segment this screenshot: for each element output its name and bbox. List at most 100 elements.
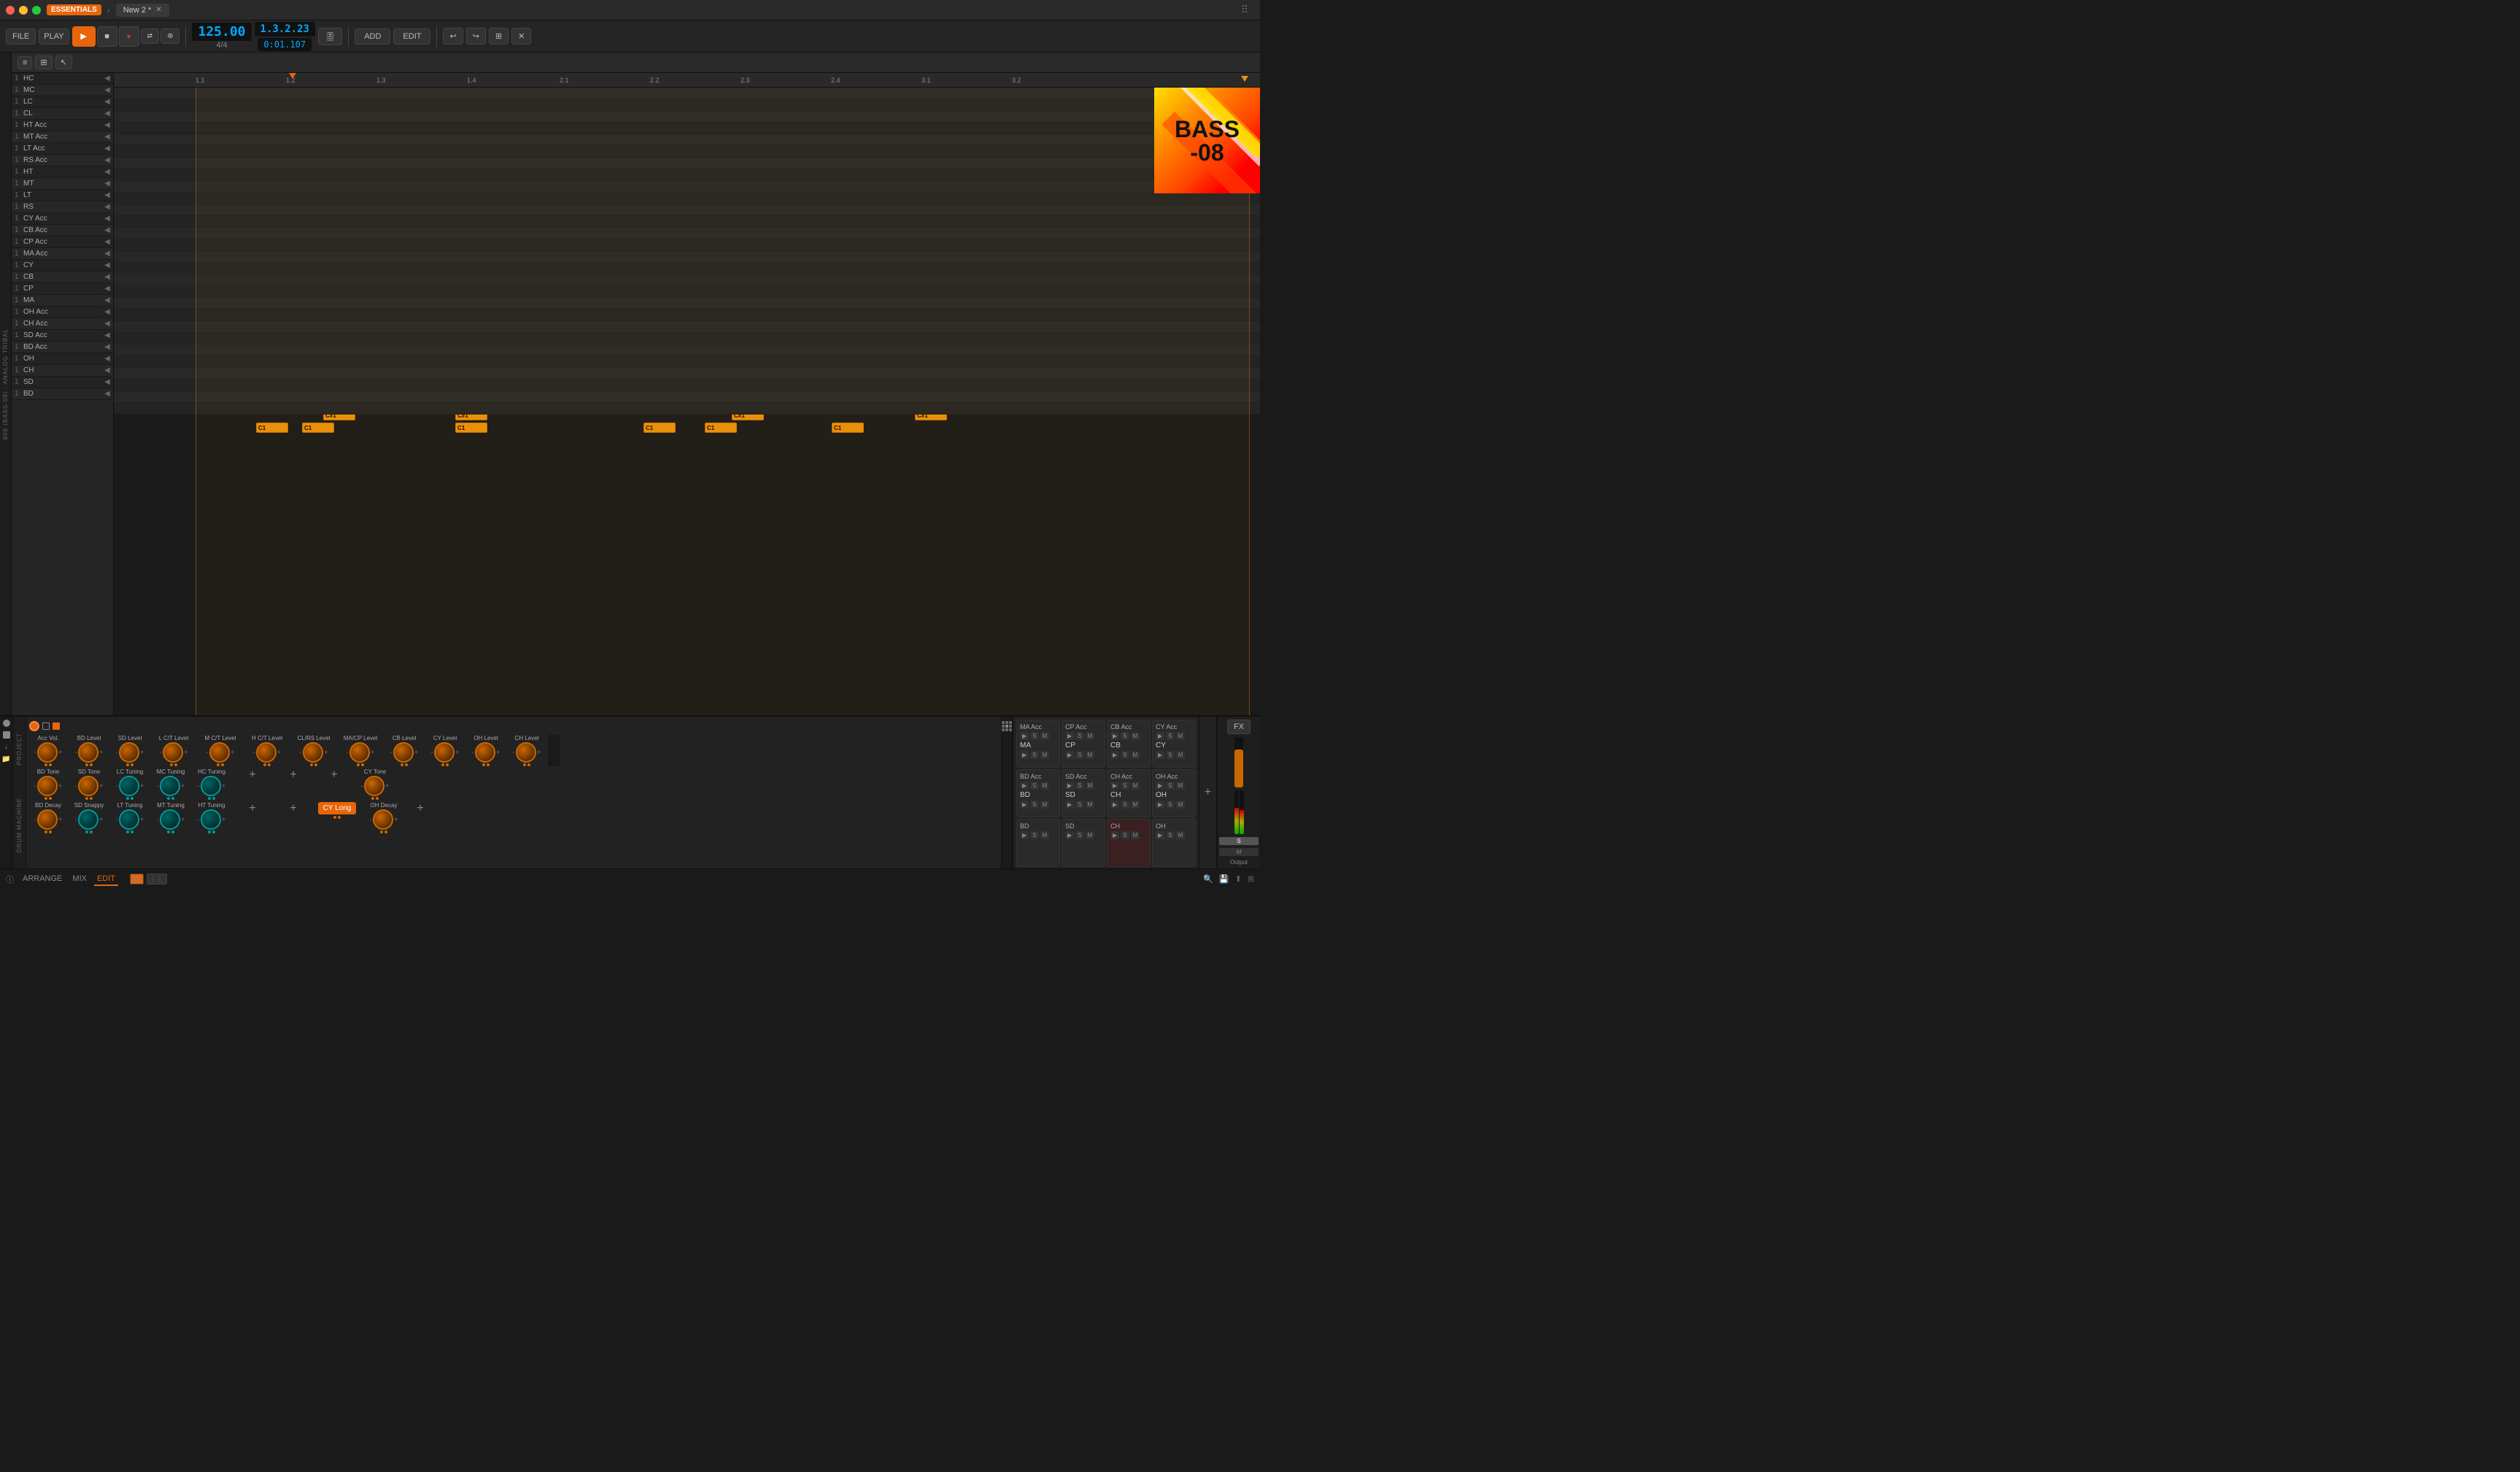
cy-tone-minus[interactable]: -: [360, 782, 363, 790]
m-cy-acc[interactable]: M: [1176, 732, 1186, 740]
clip[interactable]: C1: [832, 423, 864, 433]
maximize-button[interactable]: [32, 6, 41, 15]
s-sd-acc-2[interactable]: S: [1075, 801, 1083, 809]
knob-macp-level[interactable]: [349, 742, 370, 763]
m-oh-acc[interactable]: M: [1176, 782, 1186, 790]
settings-icon[interactable]: ⊞: [1248, 874, 1254, 884]
play-cb-acc[interactable]: ▶: [1110, 732, 1119, 740]
play-sd[interactable]: ▶: [1065, 831, 1074, 839]
hc-tuning-minus[interactable]: -: [197, 782, 199, 790]
play-oh-acc[interactable]: ▶: [1156, 782, 1164, 790]
redo-button[interactable]: ↪: [466, 28, 486, 45]
master-fader[interactable]: [1234, 737, 1243, 787]
s-output-button[interactable]: S: [1219, 837, 1259, 845]
timeline-row[interactable]: [114, 123, 1260, 134]
clip[interactable]: C1: [302, 423, 334, 433]
knob-mc-tuning[interactable]: [160, 776, 180, 796]
timeline-row[interactable]: [114, 158, 1260, 169]
timeline-row[interactable]: [114, 251, 1260, 263]
timeline-row[interactable]: [114, 111, 1260, 123]
cy-tone-plus[interactable]: +: [385, 782, 390, 790]
lc-tuning-plus[interactable]: +: [140, 782, 144, 790]
list-view-button[interactable]: ≡: [18, 56, 32, 69]
sd-snappy-minus[interactable]: -: [74, 816, 77, 824]
tab-close-button[interactable]: ✕: [155, 6, 161, 14]
m-ch[interactable]: M: [1131, 831, 1140, 839]
lt-tuning-plus[interactable]: +: [140, 816, 144, 824]
mt-tuning-plus[interactable]: +: [181, 816, 185, 824]
sd-tone-minus[interactable]: -: [74, 782, 77, 790]
bd-tone-plus[interactable]: +: [58, 782, 63, 790]
s-ma-acc-2[interactable]: S: [1030, 751, 1038, 759]
lct-level-minus[interactable]: -: [159, 749, 161, 757]
timeline-row[interactable]: [114, 99, 1260, 111]
play-ma-acc-2[interactable]: ▶: [1020, 751, 1029, 759]
power-button[interactable]: [29, 721, 39, 731]
s-cy-acc-2[interactable]: S: [1166, 751, 1174, 759]
knob-sd-tone[interactable]: [78, 776, 98, 796]
m-bd[interactable]: M: [1040, 831, 1050, 839]
sd-level-plus[interactable]: +: [140, 749, 144, 757]
oh-level-plus[interactable]: +: [496, 749, 500, 757]
edit-nav[interactable]: EDIT: [94, 873, 118, 886]
timeline-row[interactable]: [114, 239, 1260, 251]
knob-mt-tuning[interactable]: [160, 809, 180, 830]
m-bd-acc-2[interactable]: M: [1040, 801, 1050, 809]
s-cb-acc-2[interactable]: S: [1121, 751, 1129, 759]
play-cy-acc[interactable]: ▶: [1156, 732, 1164, 740]
bd-decay-minus[interactable]: -: [34, 816, 36, 824]
play-oh-acc-2[interactable]: ▶: [1156, 801, 1164, 809]
clrs-level-minus[interactable]: -: [299, 749, 301, 757]
add-btn-row2-3[interactable]: +: [329, 768, 339, 782]
overdub-button[interactable]: ⊕: [161, 28, 179, 44]
knob-acc-vol[interactable]: [37, 742, 58, 763]
play-cp-acc[interactable]: ▶: [1065, 732, 1074, 740]
s-cp-acc-2[interactable]: S: [1075, 751, 1083, 759]
s-ch-acc-2[interactable]: S: [1121, 801, 1129, 809]
s-oh-acc-2[interactable]: S: [1166, 801, 1174, 809]
hct-level-minus[interactable]: -: [252, 749, 255, 757]
clrs-level-plus[interactable]: +: [324, 749, 328, 757]
timeline-row[interactable]: [114, 88, 1260, 99]
arrange-nav[interactable]: ARRANGE: [20, 873, 65, 886]
play-bd-acc-2[interactable]: ▶: [1020, 801, 1029, 809]
lct-level-plus[interactable]: +: [184, 749, 188, 757]
s-bd-acc[interactable]: S: [1030, 782, 1038, 790]
add-btn-row3-3[interactable]: +: [415, 802, 425, 815]
grid-view-button[interactable]: ⊞: [35, 55, 52, 69]
m-ma-acc[interactable]: M: [1040, 732, 1050, 740]
view-icon-1[interactable]: ▤: [130, 874, 144, 885]
s-oh[interactable]: S: [1166, 831, 1174, 839]
acc-vol-minus[interactable]: -: [34, 749, 36, 757]
bd-level-minus[interactable]: -: [74, 749, 77, 757]
hct-level-plus[interactable]: +: [277, 749, 282, 757]
mt-tuning-minus[interactable]: -: [156, 816, 158, 824]
timeline-row[interactable]: [114, 169, 1260, 181]
delete-button[interactable]: ✕: [511, 28, 531, 45]
copy-button[interactable]: ⊞: [489, 28, 509, 45]
share-icon[interactable]: ⬆: [1235, 874, 1242, 884]
knob-mct-level[interactable]: [209, 742, 230, 763]
knob-lt-tuning[interactable]: [119, 809, 139, 830]
timeline-row[interactable]: [114, 274, 1260, 286]
timeline-row[interactable]: [114, 356, 1260, 368]
s-ma-acc[interactable]: S: [1030, 732, 1038, 740]
m-sd[interactable]: M: [1086, 831, 1095, 839]
play-bd-acc[interactable]: ▶: [1020, 782, 1029, 790]
cy-long-button[interactable]: CY Long: [318, 802, 357, 814]
icon-folder[interactable]: 📁: [1, 755, 10, 763]
m-bd-acc[interactable]: M: [1040, 782, 1050, 790]
icon-rect[interactable]: [3, 731, 10, 739]
bd-decay-plus[interactable]: +: [58, 816, 63, 824]
m-cp-acc[interactable]: M: [1086, 732, 1095, 740]
fx-button[interactable]: FX: [1227, 720, 1251, 734]
m-cb-acc-2[interactable]: M: [1131, 751, 1140, 759]
sd-level-minus[interactable]: -: [115, 749, 117, 757]
add-btn-row3-2[interactable]: +: [288, 802, 298, 815]
play-cp-acc-2[interactable]: ▶: [1065, 751, 1074, 759]
close-button[interactable]: [6, 6, 15, 15]
s-cy-acc[interactable]: S: [1166, 732, 1174, 740]
metronome-button[interactable]: 🎚: [318, 28, 342, 45]
m-cp-acc-2[interactable]: M: [1086, 751, 1095, 759]
timeline-row[interactable]: [114, 368, 1260, 379]
